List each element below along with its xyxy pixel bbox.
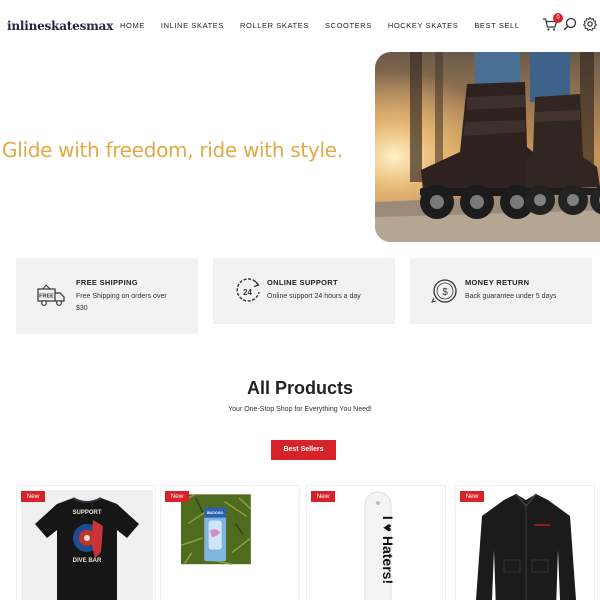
- product-card[interactable]: New SUPPORT DIVE BAR: [16, 485, 156, 600]
- site-header: inlineskatesmax HOME INLINE SKATES ROLLE…: [0, 0, 600, 52]
- site-logo[interactable]: inlineskatesmax: [7, 19, 113, 33]
- feature-title: ONLINE SUPPORT: [267, 278, 338, 287]
- new-badge: New: [311, 491, 335, 502]
- feature-free-shipping: FREE FREE SHIPPING Free Shipping on orde…: [16, 258, 198, 334]
- product-card[interactable]: New: [455, 485, 595, 600]
- 24-hour-support-icon: 24: [236, 278, 260, 302]
- new-badge: New: [165, 491, 189, 502]
- section-subtitle: Your One-Stop Shop for Everything You Ne…: [228, 406, 372, 413]
- gear-icon[interactable]: [582, 16, 598, 32]
- nav-hockey-skates[interactable]: HOCKEY SKATES: [388, 21, 458, 30]
- product-image-skate-deck[interactable]: I ♥ Haters!: [311, 490, 443, 600]
- feature-text: Back guarantee under 5 days: [465, 293, 557, 300]
- feature-online-support: 24 ONLINE SUPPORT Online support 24 hour…: [213, 258, 395, 324]
- feature-text: Free Shipping on orders over $30: [76, 293, 167, 312]
- hero-banner: Glide with freedom, ride with style.: [0, 52, 600, 242]
- new-badge: New: [460, 491, 484, 502]
- nav-roller-skates[interactable]: ROLLER SKATES: [240, 21, 309, 30]
- hero-inline-skates-image: [375, 52, 600, 242]
- product-image-skate-package[interactable]: BUDOGO: [181, 490, 277, 586]
- search-icon[interactable]: [562, 16, 578, 32]
- svg-text:24: 24: [243, 288, 252, 297]
- nav-best-sell[interactable]: BEST SELL: [474, 21, 519, 30]
- section-title: All Products: [246, 378, 353, 398]
- svg-text:$: $: [442, 287, 448, 298]
- feature-title: MONEY RETURN: [465, 278, 530, 287]
- deck-print: I ♥ Haters!: [380, 516, 396, 584]
- header-icons: 0: [540, 13, 600, 36]
- feature-money-return: $ MONEY RETURN Back guarantee under 5 da…: [410, 258, 592, 324]
- feature-text: Online support 24 hours a day: [267, 293, 361, 300]
- new-badge: New: [21, 491, 45, 502]
- product-image-black-tshirt[interactable]: SUPPORT DIVE BAR: [21, 490, 153, 600]
- shirt-print-top: SUPPORT: [72, 510, 101, 516]
- hero-tagline: Glide with freedom, ride with style.: [2, 138, 343, 162]
- nav-scooters[interactable]: SCOOTERS: [325, 21, 372, 30]
- nav-inline-skates[interactable]: INLINE SKATES: [161, 21, 224, 30]
- main-nav: HOME INLINE SKATES ROLLER SKATES SCOOTER…: [120, 21, 520, 30]
- svg-text:FREE: FREE: [39, 294, 54, 300]
- nav-home[interactable]: HOME: [120, 21, 145, 30]
- package-label: BUDOGO: [207, 511, 223, 515]
- product-image-black-jacket[interactable]: [460, 490, 592, 600]
- best-sellers-button[interactable]: Best Sellers: [271, 440, 336, 460]
- shirt-print-bottom: DIVE BAR: [73, 558, 102, 564]
- product-card[interactable]: New I ♥ Haters!: [306, 485, 446, 600]
- product-card[interactable]: New BUDOGO: [160, 485, 300, 600]
- free-delivery-truck-icon: FREE: [37, 284, 65, 306]
- feature-title: FREE SHIPPING: [76, 278, 138, 287]
- money-return-icon: $: [431, 279, 457, 303]
